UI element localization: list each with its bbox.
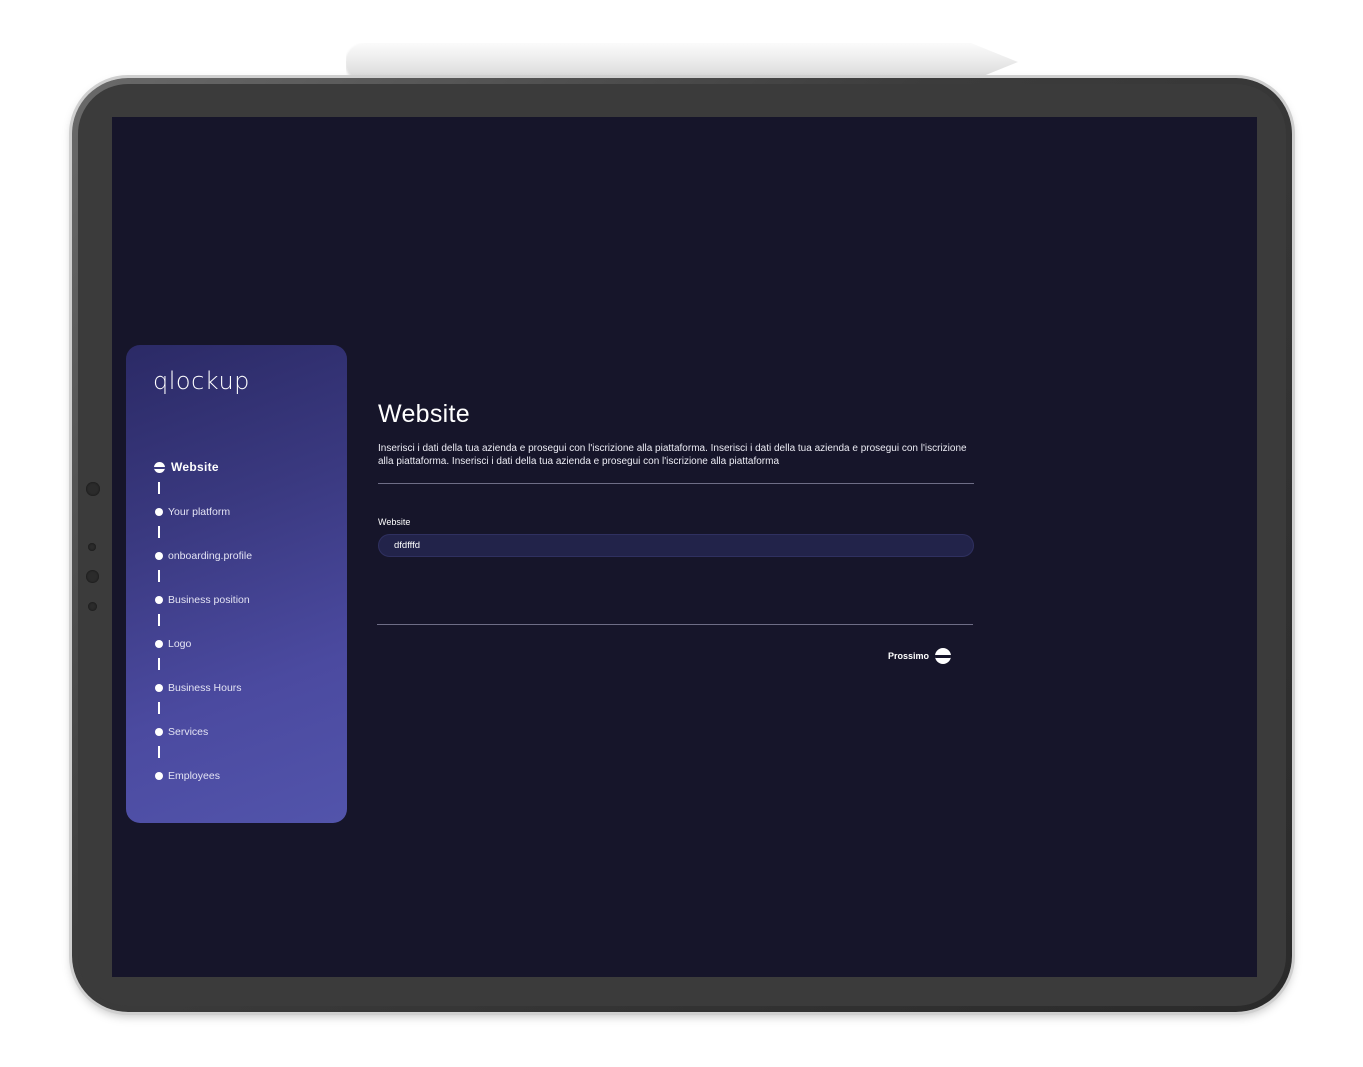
step-connector	[158, 482, 160, 494]
next-button-label: Prossimo	[888, 651, 930, 661]
step-label: Business Hours	[168, 682, 242, 694]
arrow-circle-icon	[935, 648, 952, 664]
app-screen: qlockup Website Your platform onboarding…	[112, 117, 1257, 977]
step-connector	[158, 526, 160, 538]
step-label: onboarding.profile	[168, 550, 253, 562]
step-label: Services	[168, 726, 209, 738]
sensor-dot	[86, 570, 99, 583]
step-connector	[158, 570, 160, 582]
website-field-label: Website	[378, 517, 411, 527]
bottom-divider	[377, 624, 973, 625]
dot-icon	[155, 596, 163, 604]
step-label: Employees	[168, 770, 220, 782]
step-connector	[158, 746, 160, 758]
camera-dot	[86, 482, 100, 496]
dot-icon	[155, 684, 163, 692]
dot-icon	[155, 508, 163, 516]
step-connector	[158, 702, 160, 714]
apple-pencil	[346, 43, 1018, 81]
dot-icon	[155, 728, 163, 736]
step-label: Website	[171, 460, 219, 474]
dot-icon	[155, 552, 163, 560]
page-title: Website	[378, 400, 470, 428]
step-connector	[158, 658, 160, 670]
dot-icon	[155, 772, 163, 780]
sensor-dot	[88, 602, 97, 611]
dot-icon	[155, 640, 163, 648]
page-description: Inserisci i dati della tua azienda e pro…	[378, 443, 967, 467]
onboarding-sidebar: qlockup Website Your platform onboarding…	[126, 345, 347, 823]
step-connector	[158, 614, 160, 626]
next-button[interactable]: Prossimo	[888, 647, 952, 665]
step-label: Business position	[168, 594, 250, 606]
website-input[interactable]	[378, 534, 974, 557]
half-circle-icon	[154, 462, 165, 473]
sensor-dot	[88, 543, 96, 551]
step-label: Your platform	[168, 506, 231, 518]
top-divider	[378, 483, 974, 484]
brand-logo: qlockup	[153, 367, 250, 395]
step-label: Logo	[168, 638, 192, 650]
